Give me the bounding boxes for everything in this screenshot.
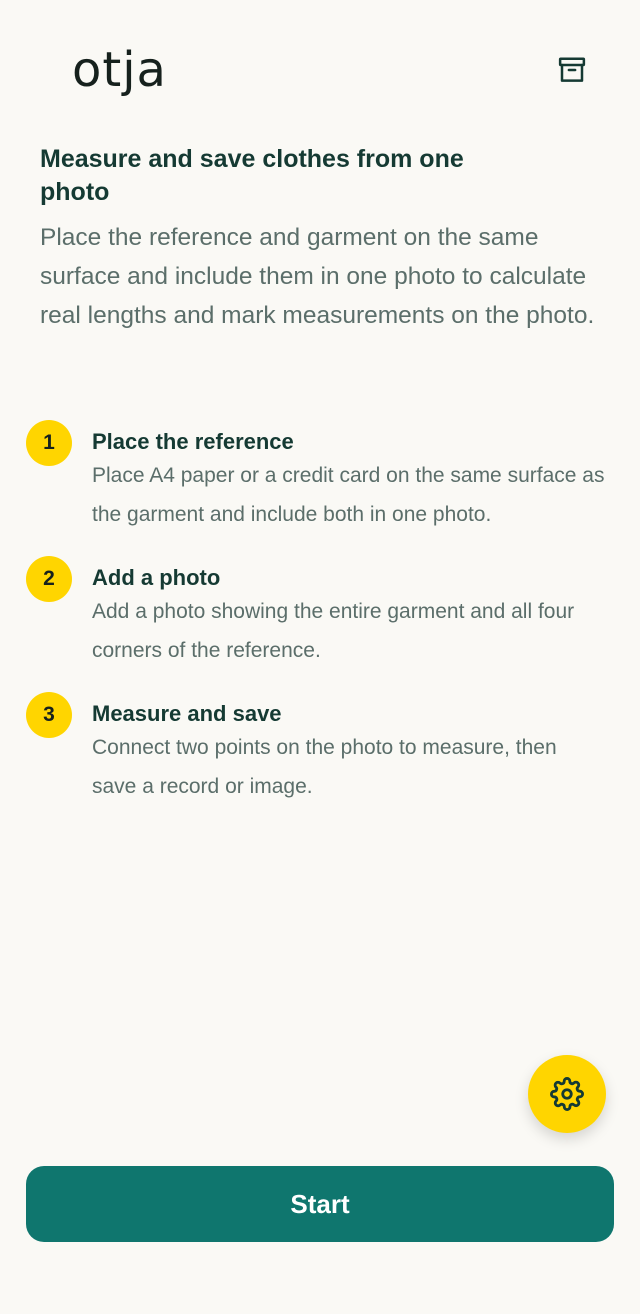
page-description: Place the reference and garment on the s… <box>40 224 595 329</box>
step-number-badge: 1 <box>26 420 72 466</box>
step-item: 3 Measure and save Connect two points on… <box>26 690 606 806</box>
settings-button[interactable] <box>528 1055 606 1133</box>
gear-icon <box>550 1077 584 1111</box>
app-logo: otja <box>72 42 167 98</box>
step-item: 1 Place the reference Place A4 paper or … <box>26 418 606 534</box>
step-description: Place A4 paper or a credit card on the s… <box>92 464 605 526</box>
home-screen: otja Measure and save clothes from one p… <box>0 0 640 1314</box>
page-title: Measure and save clothes from one photo <box>40 145 464 206</box>
start-button[interactable]: Start <box>26 1166 614 1242</box>
step-number-badge: 3 <box>26 692 72 738</box>
step-item: 2 Add a photo Add a photo showing the en… <box>26 554 606 670</box>
archive-box-icon <box>558 57 586 82</box>
archive-button[interactable] <box>548 46 596 94</box>
step-description: Connect two points on the photo to measu… <box>92 736 557 798</box>
step-number-badge: 2 <box>26 556 72 602</box>
step-description: Add a photo showing the entire garment a… <box>92 600 575 662</box>
steps-list: 1 Place the reference Place A4 paper or … <box>26 418 606 806</box>
